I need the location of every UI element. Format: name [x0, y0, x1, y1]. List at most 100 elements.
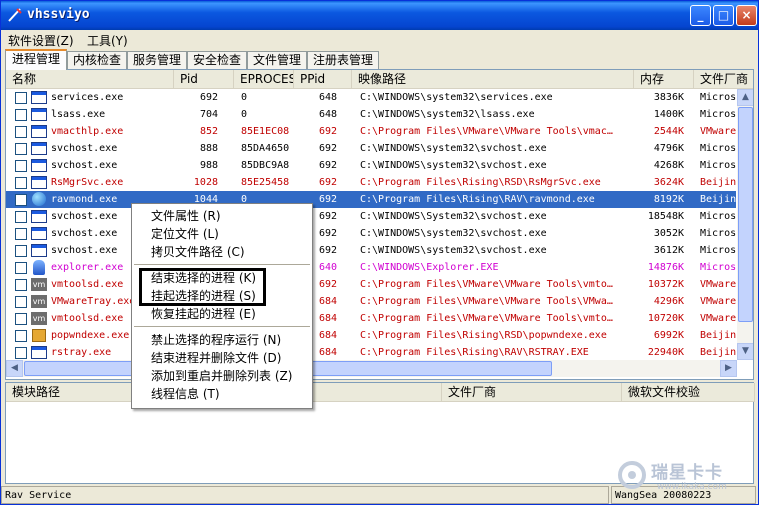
cell-mem: 4268K [653, 160, 684, 171]
row-checkbox[interactable] [15, 245, 27, 257]
row-checkbox[interactable] [15, 194, 27, 206]
window-icon [31, 91, 47, 104]
table-row[interactable]: svchost.exe 692 C:\WINDOWS\system32\svchos… [6, 225, 736, 242]
table-row[interactable]: services.exe 692 0 648 C:\WINDOWS\system32\s… [6, 89, 736, 106]
table-row[interactable]: svchost.exe 988 85DBC9A8 692 C:\WINDOWS\syst… [6, 157, 736, 174]
cell-name: svchost.exe [51, 143, 118, 154]
col-ms-check[interactable]: 微软文件校验 [622, 383, 755, 402]
context-menu-item[interactable]: 线程信息 (T) [132, 385, 312, 403]
table-row[interactable]: explorer.exe 640 C:\WINDOWS\Explorer.EXE 14… [6, 259, 736, 276]
tab-services[interactable]: 服务管理 [127, 51, 187, 69]
cell-mem: 3052K [653, 228, 684, 239]
window-icon [31, 125, 47, 138]
cell-path: C:\Program Files\VMware\VMware Tools\VMw… [360, 296, 613, 307]
scroll-right-icon[interactable]: ▶ [720, 360, 737, 377]
row-checkbox[interactable] [15, 211, 27, 223]
vertical-scroll-thumb[interactable] [738, 107, 753, 322]
context-menu-item[interactable]: 文件属性 (R) [132, 207, 312, 225]
row-checkbox[interactable] [15, 160, 27, 172]
cell-mem: 4796K [653, 143, 684, 154]
explorer-icon [33, 260, 45, 275]
watermark-text: 瑞星卡卡 [651, 463, 723, 483]
cell-name: services.exe [51, 92, 124, 103]
row-checkbox[interactable] [15, 143, 27, 155]
horizontal-scrollbar[interactable]: ◀ ▶ [6, 360, 737, 377]
tab-security[interactable]: 安全检查 [187, 51, 247, 69]
row-checkbox[interactable] [15, 177, 27, 189]
table-row[interactable]: svchost.exe 888 85DA4650 692 C:\WINDOWS\syst… [6, 140, 736, 157]
table-row[interactable]: RsMgrSvc.exe 1028 85E25458 692 C:\Program Fi… [6, 174, 736, 191]
cell-path: C:\WINDOWS\system32\svchost.exe [360, 160, 547, 171]
box-icon [32, 329, 46, 342]
table-row[interactable]: svchost.exe 692 C:\WINDOWS\system32\svchos… [6, 242, 736, 259]
context-menu-item[interactable]: 结束进程并删除文件 (D) [132, 349, 312, 367]
cell-mem: 8192K [653, 194, 684, 205]
table-row[interactable]: lsass.exe 704 0 648 C:\WINDOWS\system32\lsas… [6, 106, 736, 123]
cell-ppid: 648 [318, 109, 337, 120]
col-pid[interactable]: Pid [174, 70, 234, 89]
table-row[interactable]: ravmond.exe 1044 0 692 C:\Program Files\Risi… [6, 191, 736, 208]
row-checkbox[interactable] [15, 126, 27, 138]
table-row[interactable]: svchost.exe 692 C:\WINDOWS\System32\svchos… [6, 208, 736, 225]
col-eprocess[interactable]: EPROCESS [234, 70, 294, 89]
col-path[interactable]: 映像路径 [352, 70, 634, 89]
col-name[interactable]: 名称 [6, 70, 174, 89]
context-menu-item[interactable]: 挂起选择的进程 (S) [132, 287, 312, 305]
tab-registry[interactable]: 注册表管理 [307, 51, 379, 69]
row-checkbox[interactable] [15, 330, 27, 342]
col-module-vendor[interactable]: 文件厂商 [442, 383, 622, 402]
row-checkbox[interactable] [15, 262, 27, 274]
cell-path: C:\Program Files\Rising\RSD\popwndexe.ex… [360, 330, 607, 341]
maximize-button[interactable]: □ [713, 5, 734, 26]
cell-mem: 10372K [647, 279, 684, 290]
cell-path: C:\WINDOWS\system32\lsass.exe [360, 109, 535, 120]
cell-eprocess: 0 [241, 92, 248, 103]
close-button[interactable]: × [736, 5, 757, 26]
cell-pid: 1028 [193, 177, 218, 188]
app-icon [8, 8, 22, 22]
cell-mem: 18548K [647, 211, 684, 222]
row-checkbox[interactable] [15, 313, 27, 325]
cell-vendor: VMware, [700, 126, 736, 137]
minimize-button[interactable]: _ [690, 5, 711, 26]
cell-path: C:\WINDOWS\system32\svchost.exe [360, 143, 547, 154]
row-checkbox[interactable] [15, 347, 27, 359]
watermark-logo: 瑞星卡卡 www.ikaka.com [613, 456, 753, 500]
tab-kernel[interactable]: 内核检查 [67, 51, 127, 69]
menu-tools[interactable]: 工具(Y) [87, 32, 128, 49]
cell-mem: 22940K [647, 347, 684, 358]
cell-mem: 3836K [653, 92, 684, 103]
table-row[interactable]: vm vmtoolsd.exe 684 C:\Program Files\VMware… [6, 310, 736, 327]
table-row[interactable]: rstray.exe 684 C:\Program Files\Rising\RAV… [6, 344, 736, 360]
table-row[interactable]: vm VMwareTray.exe 684 C:\Program Files\VMwa… [6, 293, 736, 310]
context-menu-item[interactable]: 恢复挂起的进程 (E) [132, 305, 312, 323]
row-checkbox[interactable] [15, 109, 27, 121]
row-checkbox[interactable] [15, 228, 27, 240]
window-icon [31, 142, 47, 155]
vertical-scrollbar[interactable]: ▲ ▼ [737, 89, 753, 360]
context-menu-item[interactable]: 拷贝文件路径 (C) [132, 243, 312, 261]
cell-vendor: VMware, [700, 296, 736, 307]
tab-files[interactable]: 文件管理 [247, 51, 307, 69]
row-checkbox[interactable] [15, 279, 27, 291]
title-bar[interactable]: vhssviyo _ □ × [1, 1, 758, 30]
col-ppid[interactable]: PPid [294, 70, 352, 89]
menu-settings[interactable]: 软件设置(Z) [8, 32, 74, 49]
row-checkbox[interactable] [15, 92, 27, 104]
scroll-left-icon[interactable]: ◀ [6, 360, 23, 377]
cell-mem: 3612K [653, 245, 684, 256]
table-row[interactable]: popwndexe.exe 684 C:\Program Files\Rising\… [6, 327, 736, 344]
col-memory[interactable]: 内存 [634, 70, 694, 89]
context-menu-item[interactable]: 结束选择的进程 (K) [132, 269, 312, 287]
context-menu-item[interactable]: 定位文件 (L) [132, 225, 312, 243]
scroll-down-icon[interactable]: ▼ [737, 343, 753, 360]
context-menu-item[interactable]: 禁止选择的程序运行 (N) [132, 331, 312, 349]
context-menu-item[interactable]: 添加到重启并删除列表 (Z) [132, 367, 312, 385]
col-vendor[interactable]: 文件厂商 [694, 70, 753, 89]
table-row[interactable]: vm vmtoolsd.exe 692 C:\Program Files\VMware… [6, 276, 736, 293]
tab-process[interactable]: 进程管理 [5, 49, 67, 70]
cell-vendor: Micros [700, 109, 736, 120]
scroll-up-icon[interactable]: ▲ [737, 89, 753, 106]
row-checkbox[interactable] [15, 296, 27, 308]
table-row[interactable]: vmacthlp.exe 852 85E1EC08 692 C:\Program Fil… [6, 123, 736, 140]
